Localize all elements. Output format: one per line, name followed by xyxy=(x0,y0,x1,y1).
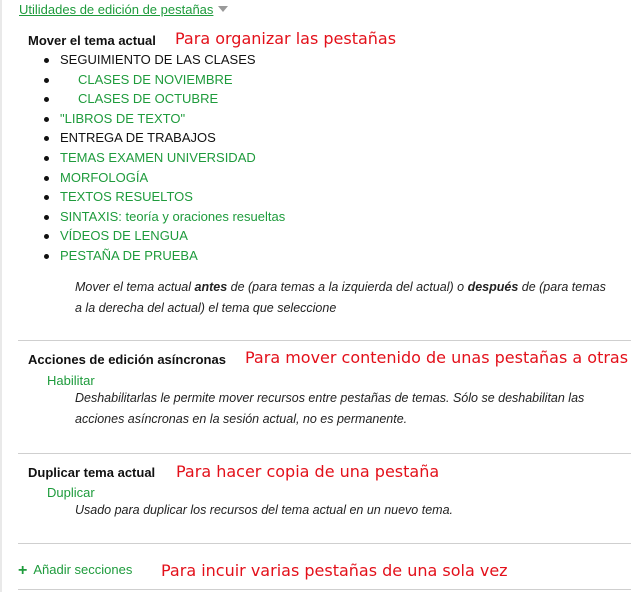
topic-item[interactable]: "LIBROS DE TEXTO" xyxy=(44,109,285,129)
topic-item[interactable]: VÍDEOS DE LENGUA xyxy=(44,226,285,246)
topic-item-current: ENTREGA DE TRABAJOS xyxy=(44,128,285,148)
add-sections-button[interactable]: + Añadir secciones xyxy=(18,562,132,580)
duplicate-link[interactable]: Duplicar xyxy=(47,485,95,500)
async-editing-heading: Acciones de edición asíncronas xyxy=(28,352,226,367)
edit-utilities-title: Utilidades de edición de pestañas xyxy=(19,2,214,17)
topic-item[interactable]: TEXTOS RESUELTOS xyxy=(44,187,285,207)
left-border xyxy=(0,0,2,592)
duplicate-topic-heading: Duplicar tema actual xyxy=(28,465,156,480)
chevron-down-icon xyxy=(218,6,229,12)
async-editing-description: Deshabilitarlas le permite mover recurso… xyxy=(75,391,585,426)
topic-item[interactable]: CLASES DE OCTUBRE xyxy=(44,89,285,109)
duplicate-topic-annotation: Para hacer copia de una pestaña xyxy=(176,462,440,481)
async-editing-annotation: Para mover contenido de unas pestañas a … xyxy=(245,348,629,367)
move-topic-annotation: Para organizar las pestañas xyxy=(175,29,397,48)
topic-item-current: SEGUIMIENTO DE LAS CLASES xyxy=(44,50,285,70)
add-sections-annotation: Para incuir varias pestañas de una sola … xyxy=(161,561,508,580)
move-topic-heading: Mover el tema actual xyxy=(28,33,156,48)
topic-item[interactable]: CLASES DE NOVIEMBRE xyxy=(44,70,285,90)
topic-list: SEGUIMIENTO DE LAS CLASES CLASES DE NOVI… xyxy=(44,50,285,266)
divider xyxy=(18,453,631,454)
topic-item[interactable]: TEMAS EXAMEN UNIVERSIDAD xyxy=(44,148,285,168)
divider xyxy=(18,589,631,590)
enable-link[interactable]: Habilitar xyxy=(47,373,95,388)
divider xyxy=(18,543,631,544)
move-topic-description: Mover el tema actual antes de (para tema… xyxy=(75,280,606,315)
duplicate-topic-description: Usado para duplicar los recursos del tem… xyxy=(75,503,453,517)
edit-utilities-menu[interactable]: Utilidades de edición de pestañas xyxy=(19,2,229,17)
plus-icon: + xyxy=(18,562,28,579)
topic-item[interactable]: SINTAXIS: teoría y oraciones resueltas xyxy=(44,207,285,227)
topic-item[interactable]: MORFOLOGÍA xyxy=(44,168,285,188)
divider xyxy=(18,340,631,341)
topic-item[interactable]: PESTAÑA DE PRUEBA xyxy=(44,246,285,266)
